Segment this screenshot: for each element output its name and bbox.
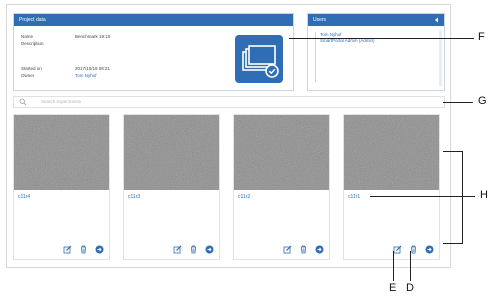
field-name-label: Name: [21, 34, 34, 39]
open-arrow-icon[interactable]: [95, 245, 104, 254]
trash-icon[interactable]: [189, 245, 198, 254]
search-icon: [19, 98, 27, 106]
card-actions: [63, 245, 104, 254]
callout-line-h-bracket: [462, 151, 463, 244]
open-arrow-icon[interactable]: [205, 245, 214, 254]
experiment-card[interactable]: c11r3: [123, 114, 220, 260]
experiment-name[interactable]: c11r3: [128, 194, 140, 200]
edit-icon[interactable]: [63, 245, 72, 254]
trash-icon[interactable]: [79, 245, 88, 254]
card-actions: [393, 245, 434, 254]
field-owner: Owner Tom Nyhof: [21, 73, 97, 79]
callout-line-h: [370, 196, 475, 197]
field-started: Started on 2017/10/19 08:21: [21, 66, 110, 72]
experiment-image[interactable]: [234, 115, 329, 190]
callout-label-g: G: [478, 95, 487, 107]
search-bar[interactable]: Search experiments: [13, 96, 445, 108]
project-data-header: Project data: [14, 14, 293, 26]
field-name: Name Benchmark 19:10: [21, 34, 110, 40]
experiment-name[interactable]: c11r2: [238, 194, 250, 200]
callout-label-f: F: [478, 31, 485, 43]
users-header: Users: [308, 14, 444, 26]
project-data-panel: Project data Name Benchmark 19:10 Descri…: [13, 13, 294, 91]
callout-label-e: E: [389, 282, 397, 294]
callout-line-h-bottom: [443, 243, 463, 244]
callout-line-d: [410, 251, 411, 281]
field-started-value: 2017/10/19 08:21: [75, 66, 111, 71]
field-started-label: Started on: [21, 66, 42, 71]
edit-icon[interactable]: [173, 245, 182, 254]
users-panel: Users Tom Nyhof SmartPortal Admin (Admin…: [307, 13, 445, 91]
callout-line-e: [393, 251, 394, 281]
callout-line-f: [289, 38, 474, 39]
experiment-card[interactable]: c11r4: [13, 114, 110, 260]
experiment-card[interactable]: c11r2: [233, 114, 330, 260]
callout-label-h: H: [480, 189, 488, 201]
card-actions: [173, 245, 214, 254]
field-description: Description: [21, 41, 44, 47]
callout-line-g: [443, 102, 473, 103]
app-window: Project data Name Benchmark 19:10 Descri…: [6, 4, 451, 268]
trash-icon[interactable]: [299, 245, 308, 254]
collapse-icon[interactable]: [434, 14, 439, 31]
project-thumbnail: [235, 35, 283, 83]
users-header-label: Users: [313, 17, 327, 23]
field-name-value: Benchmark 19:10: [75, 34, 111, 39]
card-actions: [283, 245, 324, 254]
edit-icon[interactable]: [393, 245, 402, 254]
open-arrow-icon[interactable]: [425, 245, 434, 254]
experiment-image[interactable]: [14, 115, 109, 190]
experiment-image[interactable]: [344, 115, 439, 190]
experiment-image[interactable]: [124, 115, 219, 190]
callout-label-d: D: [406, 282, 414, 294]
field-owner-label: Owner: [21, 73, 35, 78]
field-description-label: Description: [21, 41, 44, 46]
experiment-name[interactable]: c11r4: [18, 194, 30, 200]
users-list: Tom Nyhof SmartPortal Admin (Admin): [315, 32, 440, 82]
experiment-name[interactable]: c11r1: [348, 194, 360, 200]
stacked-images-icon: [242, 45, 279, 78]
edit-icon[interactable]: [283, 245, 292, 254]
search-input[interactable]: Search experiments: [41, 98, 81, 106]
open-arrow-icon[interactable]: [315, 245, 324, 254]
owner-link[interactable]: Tom Nyhof: [75, 73, 97, 79]
callout-line-h-top: [443, 151, 463, 152]
experiment-card[interactable]: c11r1: [343, 114, 440, 260]
